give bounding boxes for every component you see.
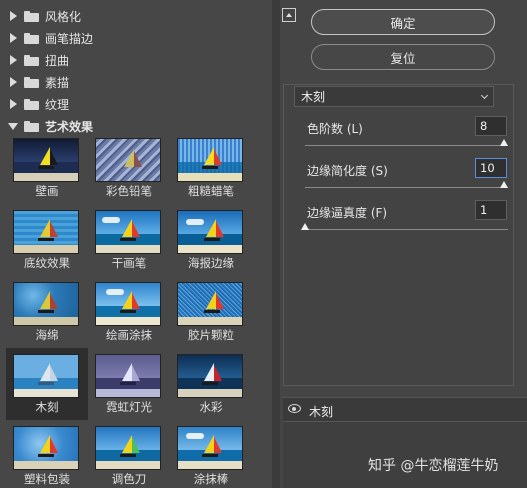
edge-fidelity-label: 边缘逼真度 (F) — [307, 206, 388, 220]
reset-button[interactable]: 复位 — [311, 44, 495, 70]
paint-daubs-thumbnail-image — [95, 282, 161, 326]
edge-fidelity-slider-knob[interactable] — [301, 223, 309, 230]
expand-arrow-icon[interactable] — [8, 77, 18, 87]
filter-thumb-rough-pastels[interactable]: 粗糙蜡笔 — [170, 132, 252, 204]
folder-icon — [24, 10, 39, 22]
colored-pencil-thumbnail-image — [95, 138, 161, 182]
filter-thumb-plastic-wrap[interactable]: 塑料包装 — [6, 420, 88, 488]
category-distort[interactable]: 扭曲 — [0, 49, 272, 71]
category-texture[interactable]: 纹理 — [0, 93, 272, 115]
underpainting-thumbnail-image — [13, 210, 79, 254]
smudge-stick-thumbnail-image — [177, 426, 243, 470]
category-sketch[interactable]: 素描 — [0, 71, 272, 93]
filter-label: 海报边缘 — [188, 256, 234, 270]
chevron-up-icon — [286, 13, 292, 17]
filter-label: 调色刀 — [111, 472, 147, 486]
category-brush-strokes[interactable]: 画笔描边 — [0, 27, 272, 49]
ok-button[interactable]: 确定 — [311, 9, 495, 35]
filter-label: 底纹效果 — [24, 256, 70, 270]
expand-arrow-icon[interactable] — [8, 11, 18, 21]
watercolor-thumbnail-image — [177, 354, 243, 398]
edge-fidelity-input[interactable]: 1 — [475, 200, 507, 220]
category-label: 扭曲 — [45, 53, 70, 68]
collapse-arrow-icon[interactable] — [8, 121, 18, 131]
folder-open-icon — [24, 120, 39, 132]
levels-slider-track[interactable] — [305, 145, 508, 146]
panel-divider[interactable] — [272, 0, 280, 488]
poster-edges-thumbnail-image — [177, 210, 243, 254]
filter-label: 粗糙蜡笔 — [188, 184, 234, 198]
levels-label: 色阶数 (L) — [307, 122, 363, 136]
filter-label: 海绵 — [35, 328, 59, 342]
category-label: 风格化 — [45, 9, 82, 24]
category-label: 素描 — [45, 75, 70, 90]
filter-thumb-palette-knife[interactable]: 调色刀 — [88, 420, 170, 488]
palette-knife-thumbnail-image — [95, 426, 161, 470]
watermark-text: 知乎 @牛恋榴莲牛奶 — [368, 458, 499, 474]
expand-arrow-icon[interactable] — [8, 33, 18, 43]
category-label: 纹理 — [45, 97, 70, 112]
plastic-wrap-thumbnail-image — [13, 426, 79, 470]
filter-label: 水彩 — [199, 400, 223, 414]
chevron-down-icon — [480, 91, 489, 100]
filter-thumb-watercolor[interactable]: 水彩 — [170, 348, 252, 420]
film-grain-thumbnail-image — [177, 282, 243, 326]
filter-thumb-cutout[interactable]: 木刻 — [6, 348, 88, 420]
filter-thumb-paint-daubs[interactable]: 绘画涂抹 — [88, 276, 170, 348]
filter-thumb-film-grain[interactable]: 胶片颗粒 — [170, 276, 252, 348]
filter-label: 绘画涂抹 — [106, 328, 152, 342]
folder-icon — [24, 54, 39, 66]
collapse-gallery-button[interactable] — [282, 8, 296, 22]
fresco-thumbnail-image — [13, 138, 79, 182]
filter-thumb-sponge[interactable]: 海绵 — [6, 276, 88, 348]
filter-gallery-panel: 风格化 画笔描边 扭曲 素描 纹理 艺术效果 壁画 彩色铅笔 粗糙蜡笔 底纹效果… — [0, 0, 272, 488]
filter-thumb-fresco[interactable]: 壁画 — [6, 132, 88, 204]
category-label: 画笔描边 — [45, 31, 94, 46]
dry-brush-thumbnail-image — [95, 210, 161, 254]
filter-thumb-underpainting[interactable]: 底纹效果 — [6, 204, 88, 276]
filter-label: 木刻 — [35, 400, 59, 414]
category-stylize[interactable]: 风格化 — [0, 5, 272, 27]
filter-label: 塑料包装 — [24, 472, 70, 486]
filter-thumb-neon-glow[interactable]: 霓虹灯光 — [88, 348, 170, 420]
edge-simplicity-slider-knob[interactable] — [500, 181, 508, 188]
edge-simplicity-slider-track[interactable] — [305, 187, 508, 188]
levels-slider-knob[interactable] — [500, 139, 508, 146]
filter-dropdown[interactable]: 木刻 — [294, 86, 494, 107]
levels-input[interactable]: 8 — [475, 116, 507, 136]
filter-label: 霓虹灯光 — [106, 400, 152, 414]
filter-thumb-colored-pencil[interactable]: 彩色铅笔 — [88, 132, 170, 204]
filter-label: 彩色铅笔 — [106, 184, 152, 198]
sponge-thumbnail-image — [13, 282, 79, 326]
folder-icon — [24, 98, 39, 110]
folder-icon — [24, 76, 39, 88]
edge-simplicity-input[interactable]: 10 — [475, 158, 507, 178]
filter-label: 涂抹棒 — [193, 472, 229, 486]
expand-arrow-icon[interactable] — [8, 99, 18, 109]
filter-label: 壁画 — [35, 184, 59, 198]
edge-simplicity-label: 边缘简化度 (S) — [307, 164, 388, 178]
filter-thumb-poster-edges[interactable]: 海报边缘 — [170, 204, 252, 276]
filter-label: 胶片颗粒 — [188, 328, 234, 342]
effect-layer-name: 木刻 — [309, 405, 334, 419]
neon-glow-thumbnail-image — [95, 354, 161, 398]
filter-label: 干画笔 — [111, 256, 147, 270]
filter-dropdown-value: 木刻 — [301, 90, 326, 104]
folder-icon — [24, 32, 39, 44]
rough-pastels-thumbnail-image — [177, 138, 243, 182]
edge-fidelity-slider-track[interactable] — [305, 229, 508, 230]
cutout-thumbnail-image — [13, 354, 79, 398]
eye-icon[interactable] — [288, 404, 301, 413]
filter-thumb-dry-brush[interactable]: 干画笔 — [88, 204, 170, 276]
filter-thumb-smudge-stick[interactable]: 涂抹棒 — [170, 420, 252, 488]
expand-arrow-icon[interactable] — [8, 55, 18, 65]
